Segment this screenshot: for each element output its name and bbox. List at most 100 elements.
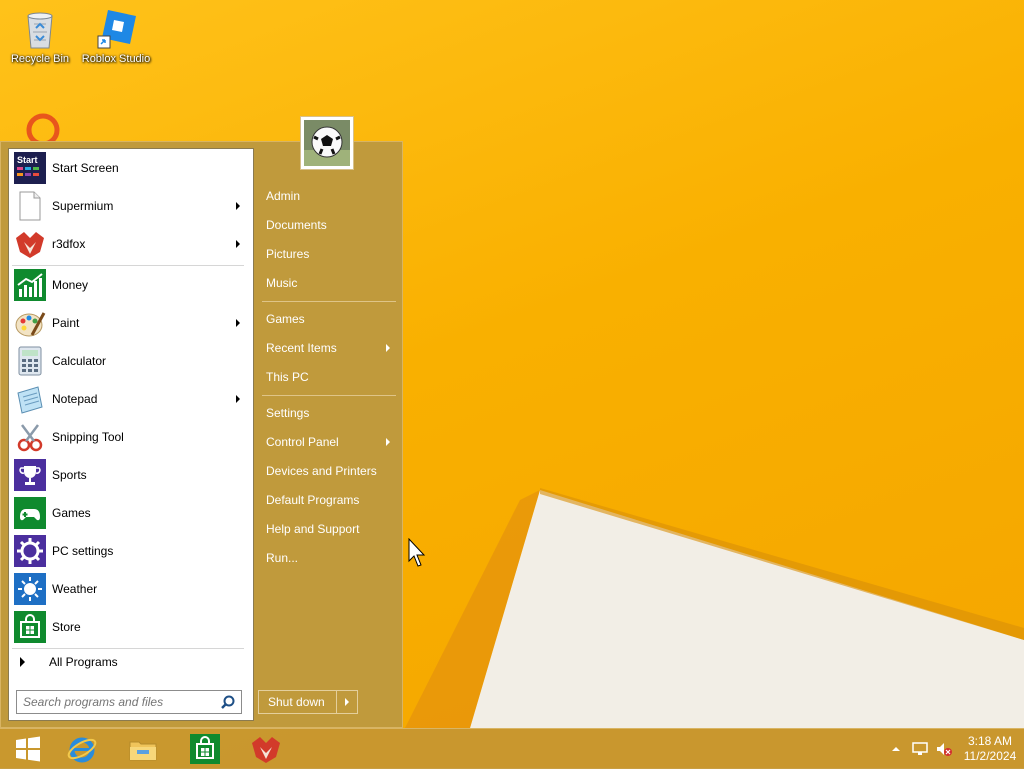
search-box[interactable] [16, 690, 242, 714]
program-label: Calculator [52, 354, 107, 368]
program-games[interactable]: Games [12, 496, 250, 530]
clock-time: 3:18 AM [967, 734, 1013, 748]
link-settings[interactable]: Settings [262, 401, 398, 425]
link-games[interactable]: Games [262, 307, 398, 331]
taskbar-store[interactable] [177, 729, 233, 769]
submenu-arrow-icon[interactable] [236, 202, 240, 210]
chevron-right-icon [345, 698, 349, 706]
program-money[interactable]: Money [12, 268, 250, 302]
link-label: Settings [266, 406, 310, 420]
link-label: Pictures [266, 247, 310, 261]
submenu-arrow-icon[interactable] [236, 240, 240, 248]
program-label: PC settings [52, 544, 114, 558]
paint-icon [14, 307, 46, 339]
store-icon [190, 734, 220, 764]
clock[interactable]: 3:18 AM 11/2/2024 [956, 734, 1024, 764]
gear-icon [14, 535, 46, 567]
program-label: Snipping Tool [52, 430, 124, 444]
money-icon [14, 269, 46, 301]
link-label: Help and Support [266, 522, 360, 536]
mouse-cursor-icon [408, 538, 426, 567]
link-music[interactable]: Music [262, 271, 398, 295]
expand-arrow-icon [20, 657, 25, 667]
link-devices-and-printers[interactable]: Devices and Printers [262, 459, 398, 483]
program-label: r3dfox [52, 237, 86, 251]
taskbar-r3dfox[interactable] [238, 729, 294, 769]
desktop-icon-recycle-bin[interactable]: Recycle Bin [4, 6, 76, 65]
sun-icon [14, 573, 46, 605]
desktop-icon-label: Recycle Bin [10, 53, 70, 65]
network-icon[interactable] [911, 740, 929, 758]
link-label: Default Programs [266, 493, 360, 507]
windows-logo-icon [16, 736, 40, 762]
program-pc-settings[interactable]: PC settings [12, 534, 250, 568]
volume-muted-icon[interactable] [935, 740, 953, 758]
taskbar-internet-explorer[interactable] [54, 729, 110, 769]
program-label: Store [52, 620, 81, 634]
store-icon [14, 611, 46, 643]
notepad-icon [14, 383, 46, 415]
submenu-arrow-icon [386, 344, 390, 352]
search-icon[interactable] [220, 694, 236, 710]
program-r3dfox[interactable]: r3dfox [12, 227, 250, 261]
link-documents[interactable]: Documents [262, 213, 398, 237]
internet-explorer-icon [67, 737, 97, 763]
program-store[interactable]: Store [12, 610, 250, 644]
program-weather[interactable]: Weather [12, 572, 250, 606]
shutdown-button-group: Shut down [258, 690, 358, 714]
link-help-and-support[interactable]: Help and Support [262, 517, 398, 541]
desktop-icon-roblox-studio[interactable]: Roblox Studio [80, 6, 152, 65]
separator [262, 301, 396, 302]
link-label: Devices and Printers [266, 464, 377, 478]
program-calculator[interactable]: Calculator [12, 344, 250, 378]
link-label: Control Panel [266, 435, 339, 449]
r3dfox-icon [14, 228, 46, 260]
program-label: Money [52, 278, 89, 292]
start-button[interactable] [0, 729, 56, 769]
gamepad-icon [14, 497, 46, 529]
all-programs-label: All Programs [49, 655, 118, 669]
link-label: Admin [266, 189, 301, 203]
r3dfox-icon [252, 737, 280, 763]
link-admin[interactable]: Admin [262, 184, 398, 208]
user-avatar[interactable] [300, 116, 354, 170]
program-notepad[interactable]: Notepad [12, 382, 250, 416]
link-control-panel[interactable]: Control Panel [262, 430, 398, 454]
link-label: Recent Items [266, 341, 337, 355]
taskbar-file-explorer[interactable] [115, 729, 171, 769]
clock-date: 11/2/2024 [963, 749, 1017, 763]
link-label: This PC [266, 370, 309, 384]
program-label: Sports [52, 468, 87, 482]
roblox-studio-icon [94, 6, 138, 50]
program-label: Paint [52, 316, 80, 330]
program-start-screen[interactable]: Start Start Screen [12, 151, 250, 185]
link-pictures[interactable]: Pictures [262, 242, 398, 266]
show-hidden-icons-icon[interactable] [887, 740, 905, 758]
program-label: Notepad [52, 392, 98, 406]
calculator-icon [14, 345, 46, 377]
program-sports[interactable]: Sports [12, 458, 250, 492]
shutdown-options-button[interactable] [337, 691, 357, 713]
submenu-arrow-icon [386, 438, 390, 446]
desktop-icon-partial[interactable] [25, 112, 61, 142]
program-label: Games [52, 506, 91, 520]
program-supermium[interactable]: Supermium [12, 189, 250, 223]
link-run[interactable]: Run... [262, 546, 398, 570]
shutdown-button[interactable]: Shut down [259, 691, 337, 713]
submenu-arrow-icon[interactable] [236, 395, 240, 403]
taskbar: 3:18 AM 11/2/2024 [0, 728, 1024, 769]
program-label: Start Screen [52, 161, 119, 175]
document-icon [14, 190, 46, 222]
link-label: Run... [266, 551, 299, 565]
search-input[interactable] [17, 694, 220, 710]
snipping-tool-icon [14, 421, 46, 453]
link-label: Documents [266, 218, 327, 232]
submenu-arrow-icon[interactable] [236, 319, 240, 327]
program-paint[interactable]: Paint [12, 306, 250, 340]
link-recent-items[interactable]: Recent Items [262, 336, 398, 360]
link-default-programs[interactable]: Default Programs [262, 488, 398, 512]
file-explorer-icon [129, 741, 157, 761]
all-programs-button[interactable]: All Programs [12, 652, 244, 672]
program-snipping-tool[interactable]: Snipping Tool [12, 420, 250, 454]
link-this-pc[interactable]: This PC [262, 365, 398, 389]
